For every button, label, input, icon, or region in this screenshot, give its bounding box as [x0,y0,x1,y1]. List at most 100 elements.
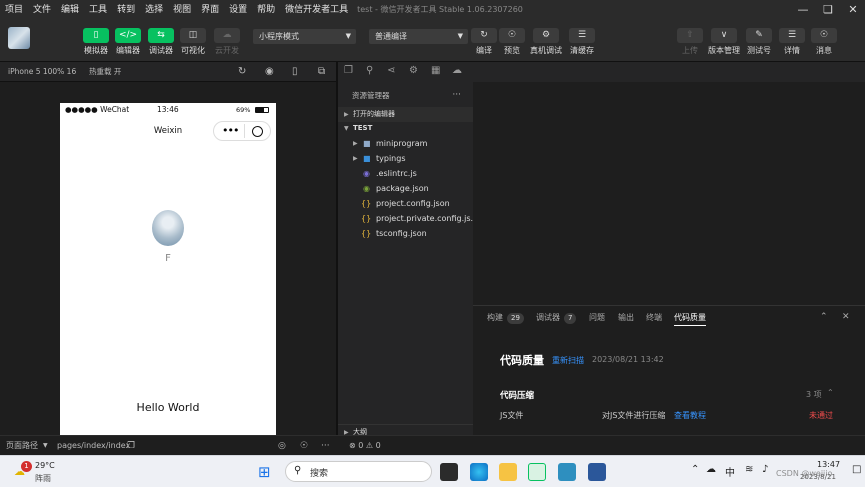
project-section[interactable]: ▼ TEST [338,121,473,136]
more-icon[interactable]: ••• [222,124,239,137]
tab-terminal[interactable]: 终端 [646,312,662,323]
more-icon[interactable]: ··· [321,436,330,456]
popout-icon[interactable]: ⧉ [318,62,325,82]
tab-debugger[interactable]: 调试器 7 [536,312,577,324]
open-editors-section[interactable]: ▶ 打开的编辑器 [338,107,473,122]
tab-output[interactable]: 输出 [618,312,634,323]
tree-item[interactable]: ◉ .eslintrc.js [338,166,473,181]
tab-problems[interactable]: 问题 [589,312,605,323]
close-icon[interactable]: ✕ [842,0,864,20]
windows-start-icon[interactable]: ⊞ [258,463,271,481]
menu-edit[interactable]: 编辑 [56,0,84,20]
refresh-icon: ↻ [471,28,497,43]
chevron-up-icon[interactable]: ⌃ [827,388,834,397]
menu-tools[interactable]: 工具 [84,0,112,20]
tree-item[interactable]: {} project.config.json [338,196,473,211]
device-select[interactable]: iPhone 5 100% 16 [8,62,76,82]
tree-item[interactable]: {} project.private.config.js... [338,211,473,226]
phone-time: 13:46 [157,105,179,114]
tree-item[interactable]: {} tsconfig.json [338,226,473,241]
record-icon[interactable]: ◉ [265,62,274,82]
notification-icon[interactable]: □ [852,464,861,475]
bug-icon: ⚙ [533,28,559,43]
chevron-right-icon: ▶ [353,155,358,162]
menu-file[interactable]: 文件 [28,0,56,20]
tree-item[interactable]: ◉ package.json [338,181,473,196]
close-circle-icon[interactable] [252,126,263,137]
menu-settings[interactable]: 设置 [224,0,252,20]
file-explorer-icon[interactable] [499,463,517,481]
editor-button[interactable]: </> 编辑器 [111,28,145,56]
simulator-toolbar: iPhone 5 100% 16 热重载 开 ↻ ◉ ▯ ⧉ [0,62,336,82]
menu-select[interactable]: 选择 [140,0,168,20]
close-icon[interactable]: ✕ [842,312,850,322]
tab-build[interactable]: 构建 29 [487,312,524,324]
debug-icon[interactable]: ⚙ [409,65,418,76]
rotate-icon[interactable]: ↻ [238,62,246,82]
menu-goto[interactable]: 转到 [112,0,140,20]
copy-icon[interactable]: ❐ [127,436,135,456]
task-view-icon[interactable] [440,463,458,481]
hotreload-toggle[interactable]: 热重载 开 [89,62,121,82]
cloud-icon[interactable]: ☁ [452,65,462,76]
chevron-down-icon: ▼ [457,32,463,40]
minimize-icon[interactable]: — [792,0,814,20]
tree-item[interactable]: ▶ ■ typings [338,151,473,166]
page-path-label[interactable]: 页面路径 [6,436,38,456]
page-path: pages/index/index [57,441,131,450]
tab-code-quality[interactable]: 代码质量 [674,312,706,326]
eye-icon: ☉ [499,28,525,43]
chevron-up-icon[interactable]: ⌃ [691,464,699,475]
maximize-icon[interactable]: ❏ [817,0,839,20]
real-debug-button[interactable]: ⚙ 真机调试 [529,28,563,56]
clock-time[interactable]: 13:47 [817,460,840,469]
chevron-right-icon: ▶ [353,140,358,147]
cloud-button[interactable]: ☁ 云开发 [210,28,244,56]
menu-view[interactable]: 视图 [168,0,196,20]
tree-item[interactable]: ▶ ■ miniprogram [338,136,473,151]
upload-button[interactable]: ⇧ 上传 [673,28,707,56]
quality-title: 代码质量 [500,354,544,367]
more-icon[interactable]: ··· [452,88,461,103]
files-icon[interactable]: ❐ [344,65,353,76]
eye-icon[interactable]: ☉ [300,436,308,456]
ime-indicator[interactable]: 中 [725,464,735,479]
layers-icon: ☰ [569,28,595,43]
word-icon[interactable] [588,463,606,481]
tutorial-link[interactable]: 查看教程 [674,410,706,421]
rescan-link[interactable]: 重新扫描 [552,355,584,366]
compile-mode-select[interactable]: 普通编译 ▼ [369,29,468,44]
preview-button[interactable]: ☉ 预览 [495,28,529,56]
details-button[interactable]: ☰ 详情 [775,28,809,56]
menu-help[interactable]: 帮助 [252,0,280,20]
version-button[interactable]: ∨ 版本管理 [707,28,741,56]
chevron-up-icon[interactable]: ⌃ [820,312,828,322]
clear-cache-button[interactable]: ☰ 清缓存 [565,28,599,56]
notepad-icon[interactable] [558,463,576,481]
phone-icon[interactable]: ▯ [292,62,298,82]
capsule-menu[interactable]: ••• [213,121,271,141]
target-icon[interactable]: ◎ [278,436,286,456]
tab-badge: 7 [564,313,577,324]
cloud-icon[interactable]: ☁ [706,464,716,475]
avatar[interactable] [8,27,30,49]
weather-desc: 阵雨 [35,474,51,483]
wifi-icon[interactable]: ≋ [745,464,753,475]
test-number-button[interactable]: ✎ 测试号 [742,28,776,56]
menu-interface[interactable]: 界面 [196,0,224,20]
extensions-icon[interactable]: ▦ [431,65,440,76]
visualize-button[interactable]: ◫ 可视化 [176,28,210,56]
git-icon[interactable]: ⋖ [387,65,395,76]
menu-project[interactable]: 项目 [0,0,28,20]
search-icon[interactable]: ⚲ [366,65,373,76]
messages-button[interactable]: ☉ 消息 [807,28,841,56]
edge-icon[interactable] [470,463,488,481]
simulator-button[interactable]: ▯ 模拟器 [79,28,113,56]
debugger-button[interactable]: ⇆ 调试器 [144,28,178,56]
mode-select[interactable]: 小程序模式 ▼ [253,29,356,44]
problems-count[interactable]: ⊗ 0 ⚠ 0 [349,436,381,456]
notification-badge: 1 [21,461,32,472]
search-box[interactable]: ⚲ 搜索 [285,461,432,482]
volume-icon[interactable]: ♪ [762,464,768,475]
wechat-devtools-icon[interactable] [528,463,546,481]
